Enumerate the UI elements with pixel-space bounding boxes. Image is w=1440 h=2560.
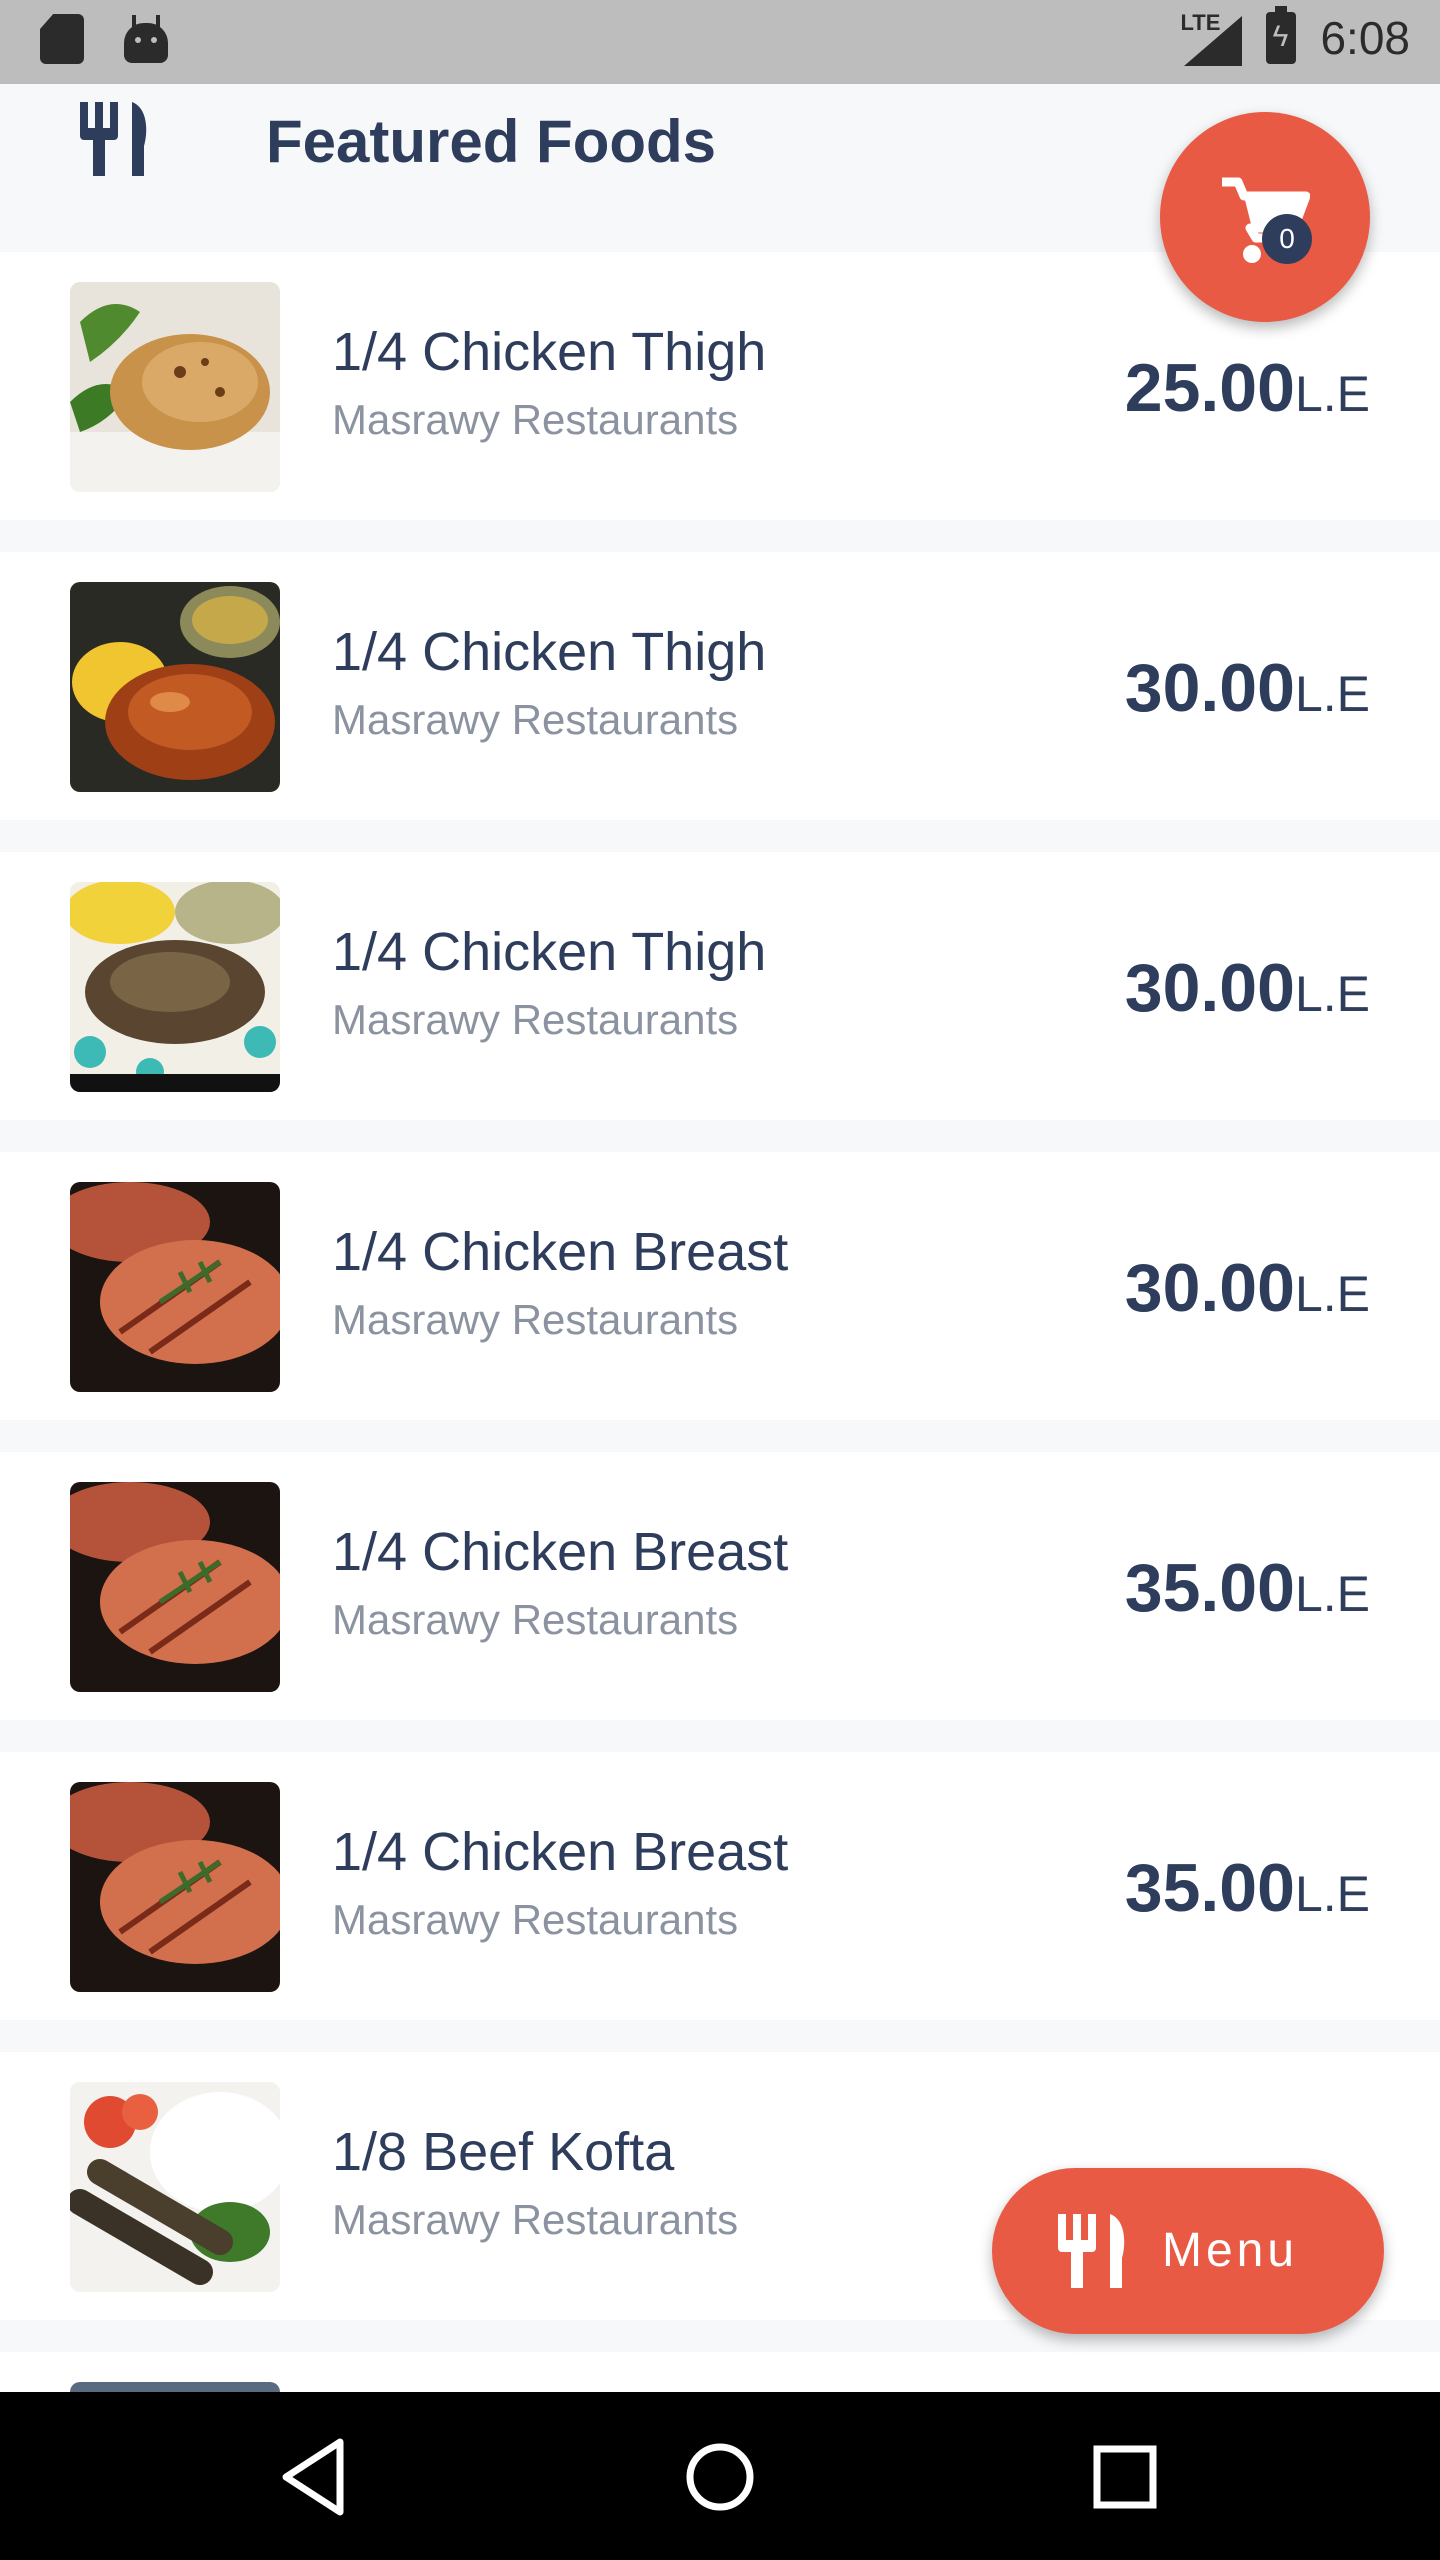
food-name: 1/4 Chicken Breast: [332, 1822, 789, 1882]
android-icon: [124, 15, 168, 63]
cart-count-badge: 0: [1262, 214, 1312, 264]
food-name: 1/4 Chicken Breast: [332, 1522, 789, 1582]
fork-knife-icon: [1058, 2214, 1125, 2288]
food-image-beef-kofta: [70, 2082, 280, 2292]
menu-button-label: Menu: [1162, 2224, 1299, 2277]
food-price: 25.00L.E: [1125, 348, 1370, 447]
restaurant-name: Masrawy Restaurants: [332, 2196, 739, 2243]
price-amount: 30.00: [1124, 650, 1295, 726]
sd-card-icon: [40, 14, 84, 64]
price-currency: L.E: [1294, 1566, 1370, 1622]
price-currency: L.E: [1294, 666, 1370, 722]
food-name: 1/4 Chicken Thigh: [332, 922, 767, 982]
cart-button[interactable]: 0: [1160, 112, 1370, 322]
battery-charging-icon: ϟ: [1266, 6, 1297, 64]
food-item[interactable]: 1/4 Chicken Thigh Masrawy Restaurants 30…: [0, 552, 1440, 820]
food-price: 35.00L.E: [1125, 1548, 1370, 1647]
fork-knife-icon: [80, 102, 147, 176]
food-item[interactable]: 1/4 Chicken Breast Masrawy Restaurants 3…: [0, 1452, 1440, 1720]
food-image-grilled-chicken-corn: [70, 882, 280, 1092]
price-currency: L.E: [1294, 366, 1370, 422]
food-price: 35.00L.E: [1125, 1848, 1370, 1947]
status-bar-left: [40, 14, 168, 64]
price-amount: 30.00: [1124, 950, 1295, 1026]
food-price: 30.00L.E: [1125, 1248, 1370, 1347]
food-name: 1/4 Chicken Thigh: [332, 622, 767, 682]
restaurant-name: Masrawy Restaurants: [332, 396, 739, 443]
food-image-grilled-chicken-rice: [70, 582, 280, 792]
signal-icon: LTE: [1180, 10, 1243, 66]
food-price: 30.00L.E: [1125, 948, 1370, 1047]
price-amount: 35.00: [1124, 1850, 1295, 1926]
food-name: 1/8 Beef Kofta: [332, 2122, 675, 2182]
home-icon[interactable]: [675, 2432, 765, 2522]
price-amount: 30.00: [1124, 1250, 1295, 1326]
price-amount: 35.00: [1124, 1550, 1295, 1626]
price-currency: L.E: [1294, 1266, 1370, 1322]
food-item[interactable]: 1/4 Chicken Breast Masrawy Restaurants 3…: [0, 1152, 1440, 1420]
food-image-chicken-breast: [70, 1182, 280, 1392]
food-price: 30.00L.E: [1125, 648, 1370, 747]
clock: 6:08: [1320, 12, 1410, 64]
status-bar-right: LTE ϟ 6:08: [1180, 6, 1410, 66]
restaurant-name: Masrawy Restaurants: [332, 1596, 739, 1643]
status-bar: LTE ϟ 6:08: [0, 0, 1440, 84]
page-title: Featured Foods: [266, 108, 717, 175]
food-image-chicken-breast: [70, 1482, 280, 1692]
food-image-roasted-chicken: [70, 282, 280, 492]
restaurant-name: Masrawy Restaurants: [332, 996, 739, 1043]
restaurant-name: Masrawy Restaurants: [332, 1896, 739, 1943]
food-name: 1/4 Chicken Thigh: [332, 322, 767, 382]
system-nav-bar: [0, 2392, 1440, 2560]
restaurant-name: Masrawy Restaurants: [332, 696, 739, 743]
price-currency: L.E: [1294, 966, 1370, 1022]
food-item[interactable]: 1/4 Chicken Breast Masrawy Restaurants 3…: [0, 1752, 1440, 2020]
food-name: 1/4 Chicken Breast: [332, 1222, 789, 1282]
food-image-chicken-breast: [70, 1782, 280, 1992]
recents-icon[interactable]: [1080, 2432, 1170, 2522]
restaurant-name: Masrawy Restaurants: [332, 1296, 739, 1343]
network-type-label: LTE: [1180, 10, 1221, 35]
price-amount: 25.00: [1124, 350, 1295, 426]
back-icon[interactable]: [270, 2432, 360, 2522]
price-currency: L.E: [1294, 1866, 1370, 1922]
food-item[interactable]: 1/4 Chicken Thigh Masrawy Restaurants 30…: [0, 852, 1440, 1120]
menu-button[interactable]: Menu: [992, 2168, 1384, 2334]
